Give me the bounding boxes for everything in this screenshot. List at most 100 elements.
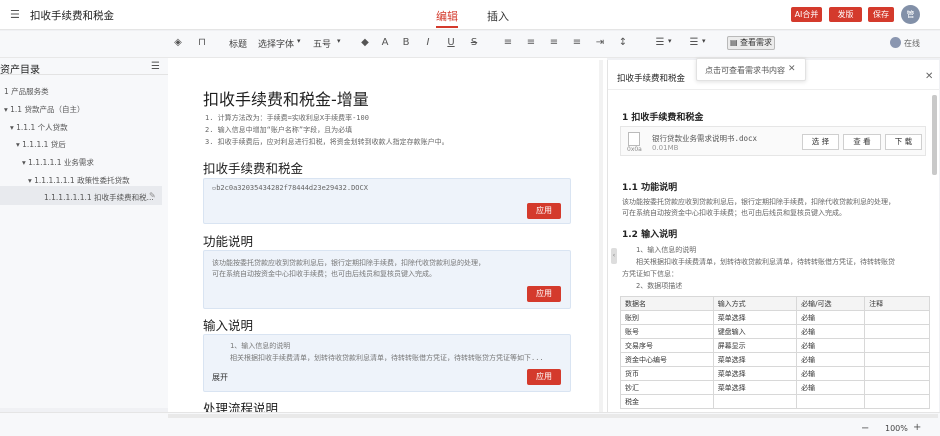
tooltip-text: 点击可查看需求书内容 (705, 66, 785, 75)
sidebar-menu-icon[interactable]: ☰ (151, 61, 160, 72)
publish-button[interactable]: 发版 (829, 7, 862, 22)
table-header-cell: 数据名 (620, 296, 714, 311)
heading-select[interactable]: 标题 (229, 37, 247, 50)
table-header-cell: 必输/可选 (796, 296, 866, 311)
table-cell (864, 310, 930, 325)
italic-icon[interactable]: I (422, 37, 434, 49)
chevron-down-icon[interactable]: ▾ (702, 37, 706, 45)
table-cell: 必输 (796, 352, 866, 367)
line-height-icon[interactable]: ↕ (617, 37, 629, 49)
tree-item-active[interactable]: 1.1.1.1.1.1.1 扣收手续费和税... (44, 192, 154, 203)
numbered-list-icon[interactable]: ☰ (688, 37, 700, 49)
apply-button[interactable]: 应用 (527, 286, 561, 302)
requirements-panel-title: 扣收手续费和税金 (617, 74, 686, 84)
table-row: 资金中心编号 菜单选择 必输 (620, 352, 930, 367)
strikethrough-icon[interactable]: S (468, 37, 480, 49)
bold-icon[interactable]: B (400, 37, 412, 49)
menu-icon[interactable]: ☰ (10, 8, 20, 21)
tree-item[interactable]: ▾ 1.1.1.1 贷后 (16, 139, 66, 150)
save-button[interactable]: 保存 (868, 7, 894, 22)
highlight-icon[interactable]: ◆ (359, 37, 371, 49)
table-cell (864, 338, 930, 353)
zoom-level: 100% (885, 424, 908, 433)
table-header-cell: 输入方式 (712, 296, 798, 311)
table-cell: 账别 (620, 310, 714, 325)
caret-down-icon: ▾ (10, 123, 14, 132)
table-cell: 必输 (796, 324, 866, 339)
view-file-button[interactable]: 查 看 (843, 134, 881, 150)
font-size-select[interactable]: 五号 (313, 37, 331, 50)
expand-link[interactable]: 展开 (212, 372, 228, 383)
indent-icon[interactable]: ⇥ (594, 37, 606, 49)
close-icon[interactable]: ✕ (925, 71, 933, 82)
view-requirements-button[interactable]: ▤ 查看需求 (727, 36, 775, 50)
table-header-cell: 注释 (864, 296, 930, 311)
table-cell: 键盘输入 (712, 324, 798, 339)
table-cell: 必输 (796, 338, 866, 353)
chevron-down-icon[interactable]: ▾ (297, 37, 301, 45)
table-cell: 税金 (620, 394, 714, 409)
font-color-icon[interactable]: A (379, 37, 391, 49)
block-text: 可在系统自动按资金中心扣收手续费；也可由后线员和复核员键入完成。 (212, 270, 436, 278)
zoom-in-icon[interactable]: + (913, 422, 921, 433)
req-subheading: 1.2 输入说明 (622, 230, 678, 240)
apply-button[interactable]: 应用 (527, 369, 561, 385)
tab-edit[interactable]: 编辑 (436, 8, 458, 24)
change-note: 3. 扣收手续费后，应对利息进行扣税，将资金划转到收款人指定存款账户中。 (205, 138, 449, 146)
table-cell: 必输 (796, 310, 866, 325)
lock-icon[interactable]: ⊓ (196, 37, 208, 49)
document-scrollbar[interactable] (599, 60, 603, 412)
req-text: 2、数据项描述 (636, 282, 683, 290)
req-text: 可在系统自动按资金中心扣收手续费；也可由后线员和复核员键入完成。 (622, 209, 846, 217)
file-size: 0.01MB (652, 144, 679, 152)
caret-down-icon: ▾ (16, 140, 20, 149)
requirements-scrollbar[interactable] (932, 95, 937, 175)
align-justify-icon[interactable]: ≡ (571, 37, 583, 49)
align-center-icon[interactable]: ≡ (525, 37, 537, 49)
table-cell: 必输 (796, 366, 866, 381)
chevron-down-icon[interactable]: ▾ (337, 37, 341, 45)
collapse-handle-icon[interactable]: ‹ (611, 248, 617, 264)
tree-item[interactable]: ▾ 1.1.1.1.1 业务需求 (22, 157, 94, 168)
apply-button[interactable]: 应用 (527, 203, 561, 219)
avatar[interactable]: 管 (901, 5, 920, 24)
align-right-icon[interactable]: ≡ (548, 37, 560, 49)
select-file-button[interactable]: 选 择 (802, 134, 839, 150)
block-text: 该功能按委托贷款应收到贷款利息后，银行定期扣除手续费，扣除代收贷款利息的处理， (212, 259, 485, 267)
table-cell: 菜单选择 (712, 310, 798, 325)
table-cell: 资金中心编号 (620, 352, 714, 367)
download-file-button[interactable]: 下 载 (885, 134, 922, 150)
chevron-down-icon[interactable]: ▾ (668, 37, 672, 45)
table-cell: 屏幕显示 (712, 338, 798, 353)
table-cell: 菜单选择 (712, 380, 798, 395)
zoom-out-icon[interactable]: − (861, 423, 869, 434)
document-title: 扣收手续费和税金 (30, 10, 114, 22)
table-cell (712, 394, 798, 409)
tree-item[interactable]: ▾ 1.1.1 个人贷款 (10, 122, 68, 133)
req-text: 该功能按委托贷款应收到贷款利息后，银行定期扣除手续费，扣除代收贷款利息的处理， (622, 198, 895, 206)
bullet-list-icon[interactable]: ☰ (654, 37, 666, 49)
block-text: 1、输入信息的说明 (230, 342, 291, 350)
table-cell: 菜单选择 (712, 352, 798, 367)
table-cell: 账号 (620, 324, 714, 339)
tree-item[interactable]: 1 产品服务类 (4, 86, 49, 97)
online-avatar-icon (890, 37, 901, 48)
align-left-icon[interactable]: ≡ (502, 37, 514, 49)
document-heading[interactable]: 扣收手续费和税金-增量 (203, 86, 369, 110)
tree-item[interactable]: ▾ 1.1 贷款产品（自主） (4, 104, 84, 115)
edit-pencil-icon[interactable]: ✎ (149, 191, 156, 200)
tree-item[interactable]: ▾ 1.1.1.1.1.1 政策性委托贷款 (28, 175, 130, 186)
horizontal-scrollbar[interactable] (168, 414, 938, 418)
font-select[interactable]: 选择字体 (258, 37, 294, 50)
caret-down-icon: ▾ (28, 176, 32, 185)
data-items-table: 数据名 输入方式 必输/可选 注释 账别 菜单选择 必输 账号 键盘输入 必输 交易序号 屏幕显示必… (620, 296, 930, 409)
ai-merge-button[interactable]: AI合并 (791, 7, 822, 22)
eraser-icon[interactable]: ◈ (172, 37, 184, 49)
underline-icon[interactable]: U (445, 37, 457, 49)
req-text: 相关根据扣收手续费清单，划转待收贷款利息清单，待转转账借方凭证，待转转账贷 (636, 258, 895, 266)
table-cell: 菜单选择 (712, 366, 798, 381)
table-row: 钞汇 菜单选择 必输 (620, 380, 930, 395)
tooltip-close-icon[interactable]: ✕ (788, 64, 796, 74)
table-header-row: 数据名 输入方式 必输/可选 注释 (620, 296, 930, 311)
tab-insert[interactable]: 插入 (487, 8, 509, 24)
